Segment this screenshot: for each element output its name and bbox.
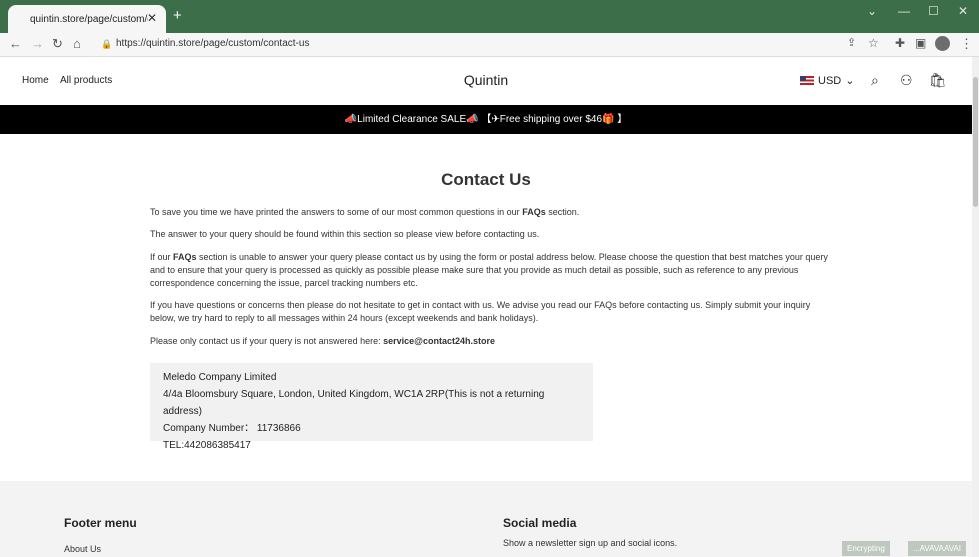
status-info: ...AVAVAAVAI: [908, 541, 967, 556]
company-phone: TEL:442086385417: [163, 440, 251, 451]
browser-titlebar: quintin.store/page/custom/conta ✕ + ⌄ — …: [0, 0, 979, 33]
share-icon[interactable]: ⇪: [847, 36, 856, 49]
address-bar[interactable]: https://quintin.store/page/custom/contac…: [116, 38, 309, 49]
tab-close-icon[interactable]: ✕: [147, 11, 157, 25]
menu-kebab-icon[interactable]: ⋮: [960, 36, 973, 52]
scrollbar-thumb[interactable]: [973, 77, 978, 207]
side-panel-icon[interactable]: ▣: [915, 36, 926, 50]
search-icon[interactable]: ⌕: [871, 72, 879, 89]
back-icon[interactable]: ←: [9, 36, 22, 51]
browser-tab[interactable]: quintin.store/page/custom/conta ✕: [8, 5, 166, 33]
currency-selector[interactable]: USD ⌄: [800, 74, 854, 87]
announcement-bar: 📣Limited Clearance SALE📣 【✈Free shipping…: [0, 105, 972, 134]
tab-search-icon[interactable]: ⌄: [867, 4, 877, 18]
faqs-link[interactable]: FAQs: [522, 207, 546, 217]
company-number: Company Number： 11736866: [163, 423, 301, 434]
minimize-icon[interactable]: —: [898, 4, 910, 18]
extensions-icon[interactable]: ✚: [895, 36, 905, 50]
status-encrypting: Encrypting: [842, 541, 890, 556]
page-scrollbar[interactable]: [972, 57, 979, 557]
reload-icon[interactable]: ↻: [52, 36, 63, 52]
company-address: 4/4a Bloomsbury Square, London, United K…: [163, 389, 545, 417]
chevron-down-icon: ⌄: [845, 75, 855, 87]
maximize-icon[interactable]: ☐: [928, 4, 939, 18]
bookmark-star-icon[interactable]: ☆: [868, 36, 879, 50]
contact-email-link[interactable]: service@contact24h.store: [383, 336, 495, 346]
social-media-text: Show a newsletter sign up and social ico…: [503, 538, 678, 548]
paragraph-email: Please only contact us if your query is …: [150, 336, 495, 346]
site-footer: Footer menu About Us Social media Show a…: [0, 481, 972, 557]
browser-toolbar: ← → ↻ ⌂ 🔒 https://quintin.store/page/cus…: [0, 33, 979, 57]
company-address-box: Meledo Company Limited 4/4a Bloomsbury S…: [150, 363, 593, 451]
social-media-title: Social media: [503, 516, 577, 530]
close-window-icon[interactable]: ✕: [958, 4, 968, 18]
us-flag-icon: [800, 76, 814, 85]
paragraph-faqs-intro: To save you time we have printed the ans…: [150, 207, 580, 217]
company-name: Meledo Company Limited: [163, 372, 277, 383]
lock-icon[interactable]: 🔒: [101, 39, 112, 50]
profile-avatar-icon[interactable]: [935, 36, 950, 51]
cart-icon[interactable]: 🛍: [929, 72, 947, 89]
home-icon[interactable]: ⌂: [73, 36, 81, 51]
paragraph-answer: The answer to your query should be found…: [150, 229, 540, 239]
paragraph-questions: If you have questions or concerns then p…: [150, 300, 811, 323]
footer-about-us-link[interactable]: About Us: [64, 544, 101, 554]
faqs-link-2[interactable]: FAQs: [173, 252, 197, 262]
currency-label: USD: [818, 74, 842, 87]
store-header: Home All products Quintin USD ⌄ ⌕ ⚇ 🛍: [0, 57, 972, 105]
page-title: Contact Us: [441, 170, 531, 189]
tab-title: quintin.store/page/custom/conta: [30, 13, 148, 25]
forward-icon[interactable]: →: [31, 36, 44, 51]
new-tab-icon[interactable]: +: [173, 8, 182, 23]
paragraph-contact-form: If our FAQs section is unable to answer …: [150, 252, 828, 288]
account-icon[interactable]: ⚇: [900, 72, 913, 89]
footer-menu-title: Footer menu: [64, 516, 137, 530]
